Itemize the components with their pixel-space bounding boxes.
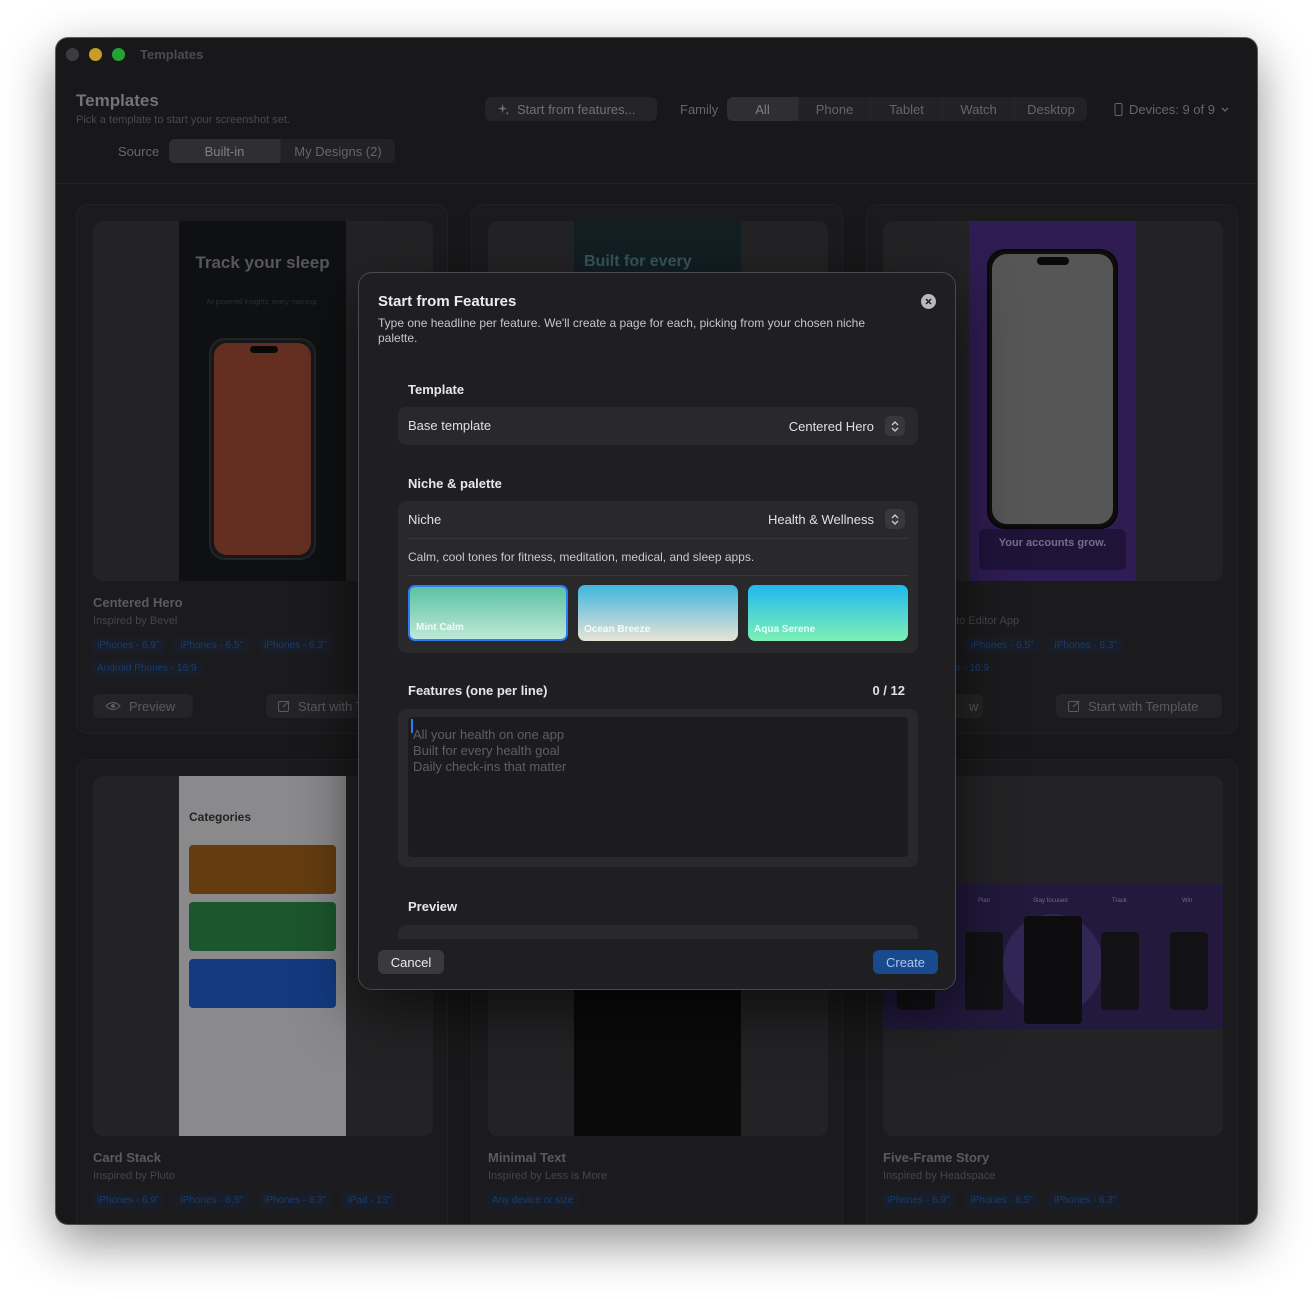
dialog-title: Start from Features bbox=[378, 293, 517, 310]
features-group: All your health on one app Built for eve… bbox=[398, 709, 918, 867]
cancel-button[interactable]: Cancel bbox=[378, 950, 444, 974]
niche-label: Niche bbox=[408, 512, 442, 527]
palette-name: Aqua Serene bbox=[754, 624, 816, 635]
dialog-description: Type one headline per feature. We'll cre… bbox=[378, 316, 866, 345]
create-button[interactable]: Create bbox=[873, 950, 938, 974]
niche-picker[interactable] bbox=[885, 509, 905, 529]
chevron-up-down-icon bbox=[891, 513, 899, 525]
divider bbox=[408, 575, 908, 576]
palette-name: Mint Calm bbox=[416, 622, 464, 633]
palette-swatch-aqua-serene[interactable]: Aqua Serene bbox=[748, 585, 908, 641]
niche-group: Niche Health & Wellness Calm, cool tones… bbox=[398, 501, 918, 653]
template-group: Base template Centered Hero bbox=[398, 407, 918, 445]
base-template-label: Base template bbox=[408, 418, 492, 433]
base-template-picker[interactable] bbox=[885, 416, 905, 436]
placeholder-line: Daily check-ins that matter bbox=[413, 759, 567, 774]
preview-area bbox=[398, 925, 918, 939]
dialog-footer: Cancel Create bbox=[359, 941, 955, 989]
features-count: 0 / 12 bbox=[872, 683, 905, 698]
preview-section-label: Preview bbox=[408, 899, 458, 914]
close-icon bbox=[925, 298, 932, 305]
palette-swatch-mint-calm[interactable]: Mint Calm bbox=[408, 585, 568, 641]
niche-description: Calm, cool tones for fitness, meditation… bbox=[408, 550, 755, 564]
template-section-label: Template bbox=[408, 382, 465, 397]
placeholder-line: All your health on one app bbox=[413, 727, 565, 742]
chevron-up-down-icon bbox=[891, 420, 899, 432]
placeholder-line: Built for every health goal bbox=[413, 743, 560, 758]
start-from-features-dialog: Start from Features Type one headline pe… bbox=[358, 272, 956, 990]
base-template-value[interactable]: Centered Hero bbox=[789, 419, 874, 434]
close-dialog-button[interactable] bbox=[921, 294, 936, 309]
divider bbox=[408, 538, 908, 539]
niche-section-label: Niche & palette bbox=[408, 476, 502, 491]
niche-value[interactable]: Health & Wellness bbox=[768, 512, 874, 527]
features-textarea[interactable]: All your health on one app Built for eve… bbox=[408, 717, 908, 857]
palette-name: Ocean Breeze bbox=[584, 624, 651, 635]
templates-window: Templates Templates Pick a template to s… bbox=[56, 38, 1257, 1224]
palette-swatch-ocean-breeze[interactable]: Ocean Breeze bbox=[578, 585, 738, 641]
features-section-label: Features (one per line) bbox=[408, 683, 548, 698]
